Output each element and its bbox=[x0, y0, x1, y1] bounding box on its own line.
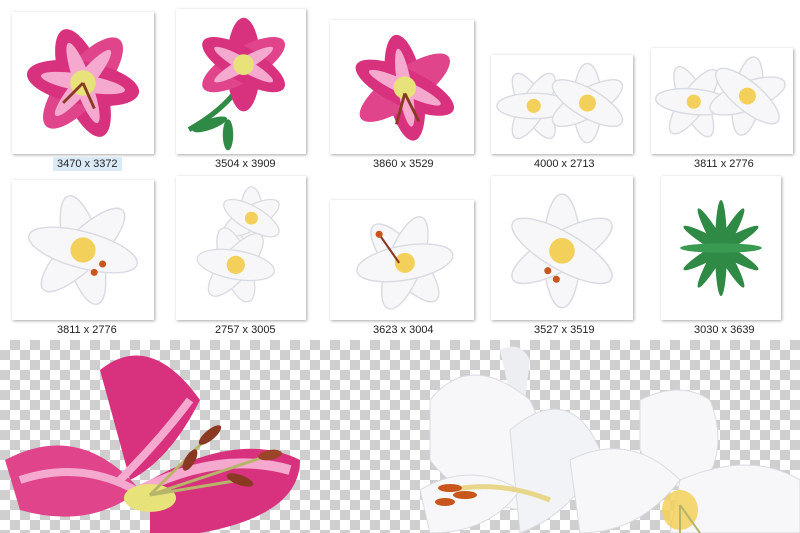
image-gallery: 3470 x 3372 3504 x 3909 3860 x 3529 4000… bbox=[0, 0, 800, 340]
thumbnail-pink-lily[interactable] bbox=[330, 20, 474, 154]
thumbnail-white-lily-pair[interactable] bbox=[491, 55, 633, 154]
image-dimensions[interactable]: 3470 x 3372 bbox=[53, 157, 122, 171]
thumbnail-white-lily-pair[interactable] bbox=[651, 48, 793, 154]
image-dimensions[interactable]: 4000 x 2713 bbox=[530, 157, 599, 171]
image-dimensions[interactable]: 3811 x 2776 bbox=[690, 157, 758, 171]
pink-lily-closeup bbox=[5, 355, 300, 533]
thumbnail-white-lily[interactable] bbox=[491, 176, 633, 320]
image-dimensions[interactable]: 3030 x 3639 bbox=[690, 323, 759, 337]
thumbnail-white-lily[interactable] bbox=[12, 180, 154, 320]
thumbnail-green-leaves[interactable] bbox=[661, 176, 781, 320]
image-dimensions[interactable]: 3623 x 3004 bbox=[369, 323, 438, 337]
image-dimensions[interactable]: 3860 x 3529 bbox=[369, 157, 438, 171]
image-dimensions[interactable]: 2757 x 3005 bbox=[211, 323, 280, 337]
thumbnail-pink-lily[interactable] bbox=[12, 12, 154, 154]
image-dimensions[interactable]: 3527 x 3519 bbox=[530, 323, 599, 337]
thumbnail-white-lily[interactable] bbox=[330, 200, 474, 320]
transparent-preview-area bbox=[0, 340, 800, 533]
thumbnail-white-lily-pair[interactable] bbox=[176, 176, 306, 320]
thumbnail-pink-lily-with-leaves[interactable] bbox=[176, 9, 306, 154]
image-dimensions[interactable]: 3811 x 2776 bbox=[53, 323, 121, 337]
image-dimensions[interactable]: 3504 x 3909 bbox=[211, 157, 280, 171]
white-lily-closeup bbox=[419, 346, 800, 533]
